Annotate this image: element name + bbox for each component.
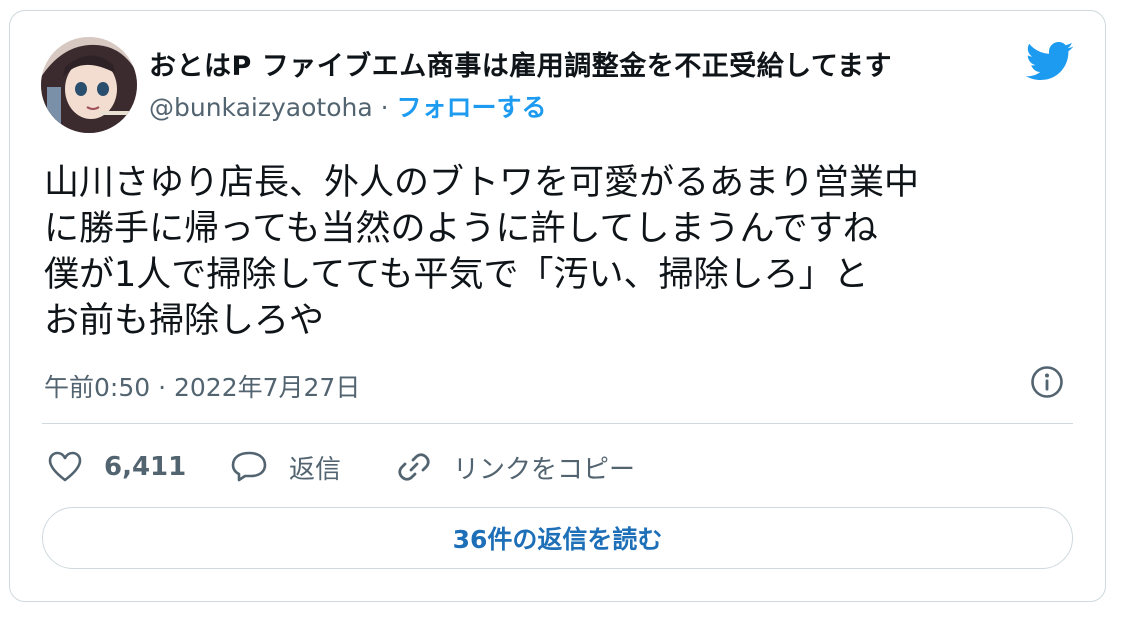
twitter-bird-icon[interactable] — [1026, 42, 1074, 82]
author-display-name[interactable]: おとはP ファイブエム商事は雇用調整金を不正受給してます — [149, 44, 892, 83]
tweet-line: に勝手に帰っても当然のように許してしまうんですね — [44, 209, 878, 249]
copy-link-button[interactable]: リンクをコピー — [397, 450, 636, 485]
heart-icon — [48, 451, 82, 482]
author-handle-row: @bunkaizyaotoha · フォローする — [149, 88, 547, 124]
author-handle[interactable]: @bunkaizyaotoha — [149, 93, 373, 122]
reply-bubble-icon — [231, 451, 267, 482]
follow-button[interactable]: フォローする — [397, 93, 547, 122]
info-icon[interactable] — [1030, 365, 1064, 399]
tweet-line: 山川さゆり店長、外人のブトワを可愛がるあまり営業中 — [44, 163, 920, 203]
handle-separator: · — [372, 93, 397, 122]
reply-label: 返信 — [289, 454, 342, 485]
tweet-timestamp[interactable]: 午前0:50 · 2022年7月27日 — [44, 368, 360, 404]
tweet-line: お前も掃除しろや — [44, 301, 325, 341]
tweet-line: 僕が1人で掃除してても平気で「汚い、掃除しろ」と — [44, 255, 869, 295]
read-replies-button[interactable]: 36件の返信を読む — [42, 507, 1073, 569]
avatar[interactable] — [41, 37, 137, 133]
reply-button[interactable]: 返信 — [231, 450, 342, 485]
divider — [42, 423, 1073, 424]
read-replies-label: 36件の返信を読む — [452, 525, 663, 554]
like-count: 6,411 — [104, 452, 187, 482]
copy-link-label: リンクをコピー — [453, 454, 636, 485]
tweet-text: 山川さゆり店長、外人のブトワを可愛がるあまり営業中 に勝手に帰っても当然のように… — [44, 160, 919, 344]
link-icon — [398, 453, 430, 481]
like-button[interactable]: 6,411 — [48, 450, 186, 484]
